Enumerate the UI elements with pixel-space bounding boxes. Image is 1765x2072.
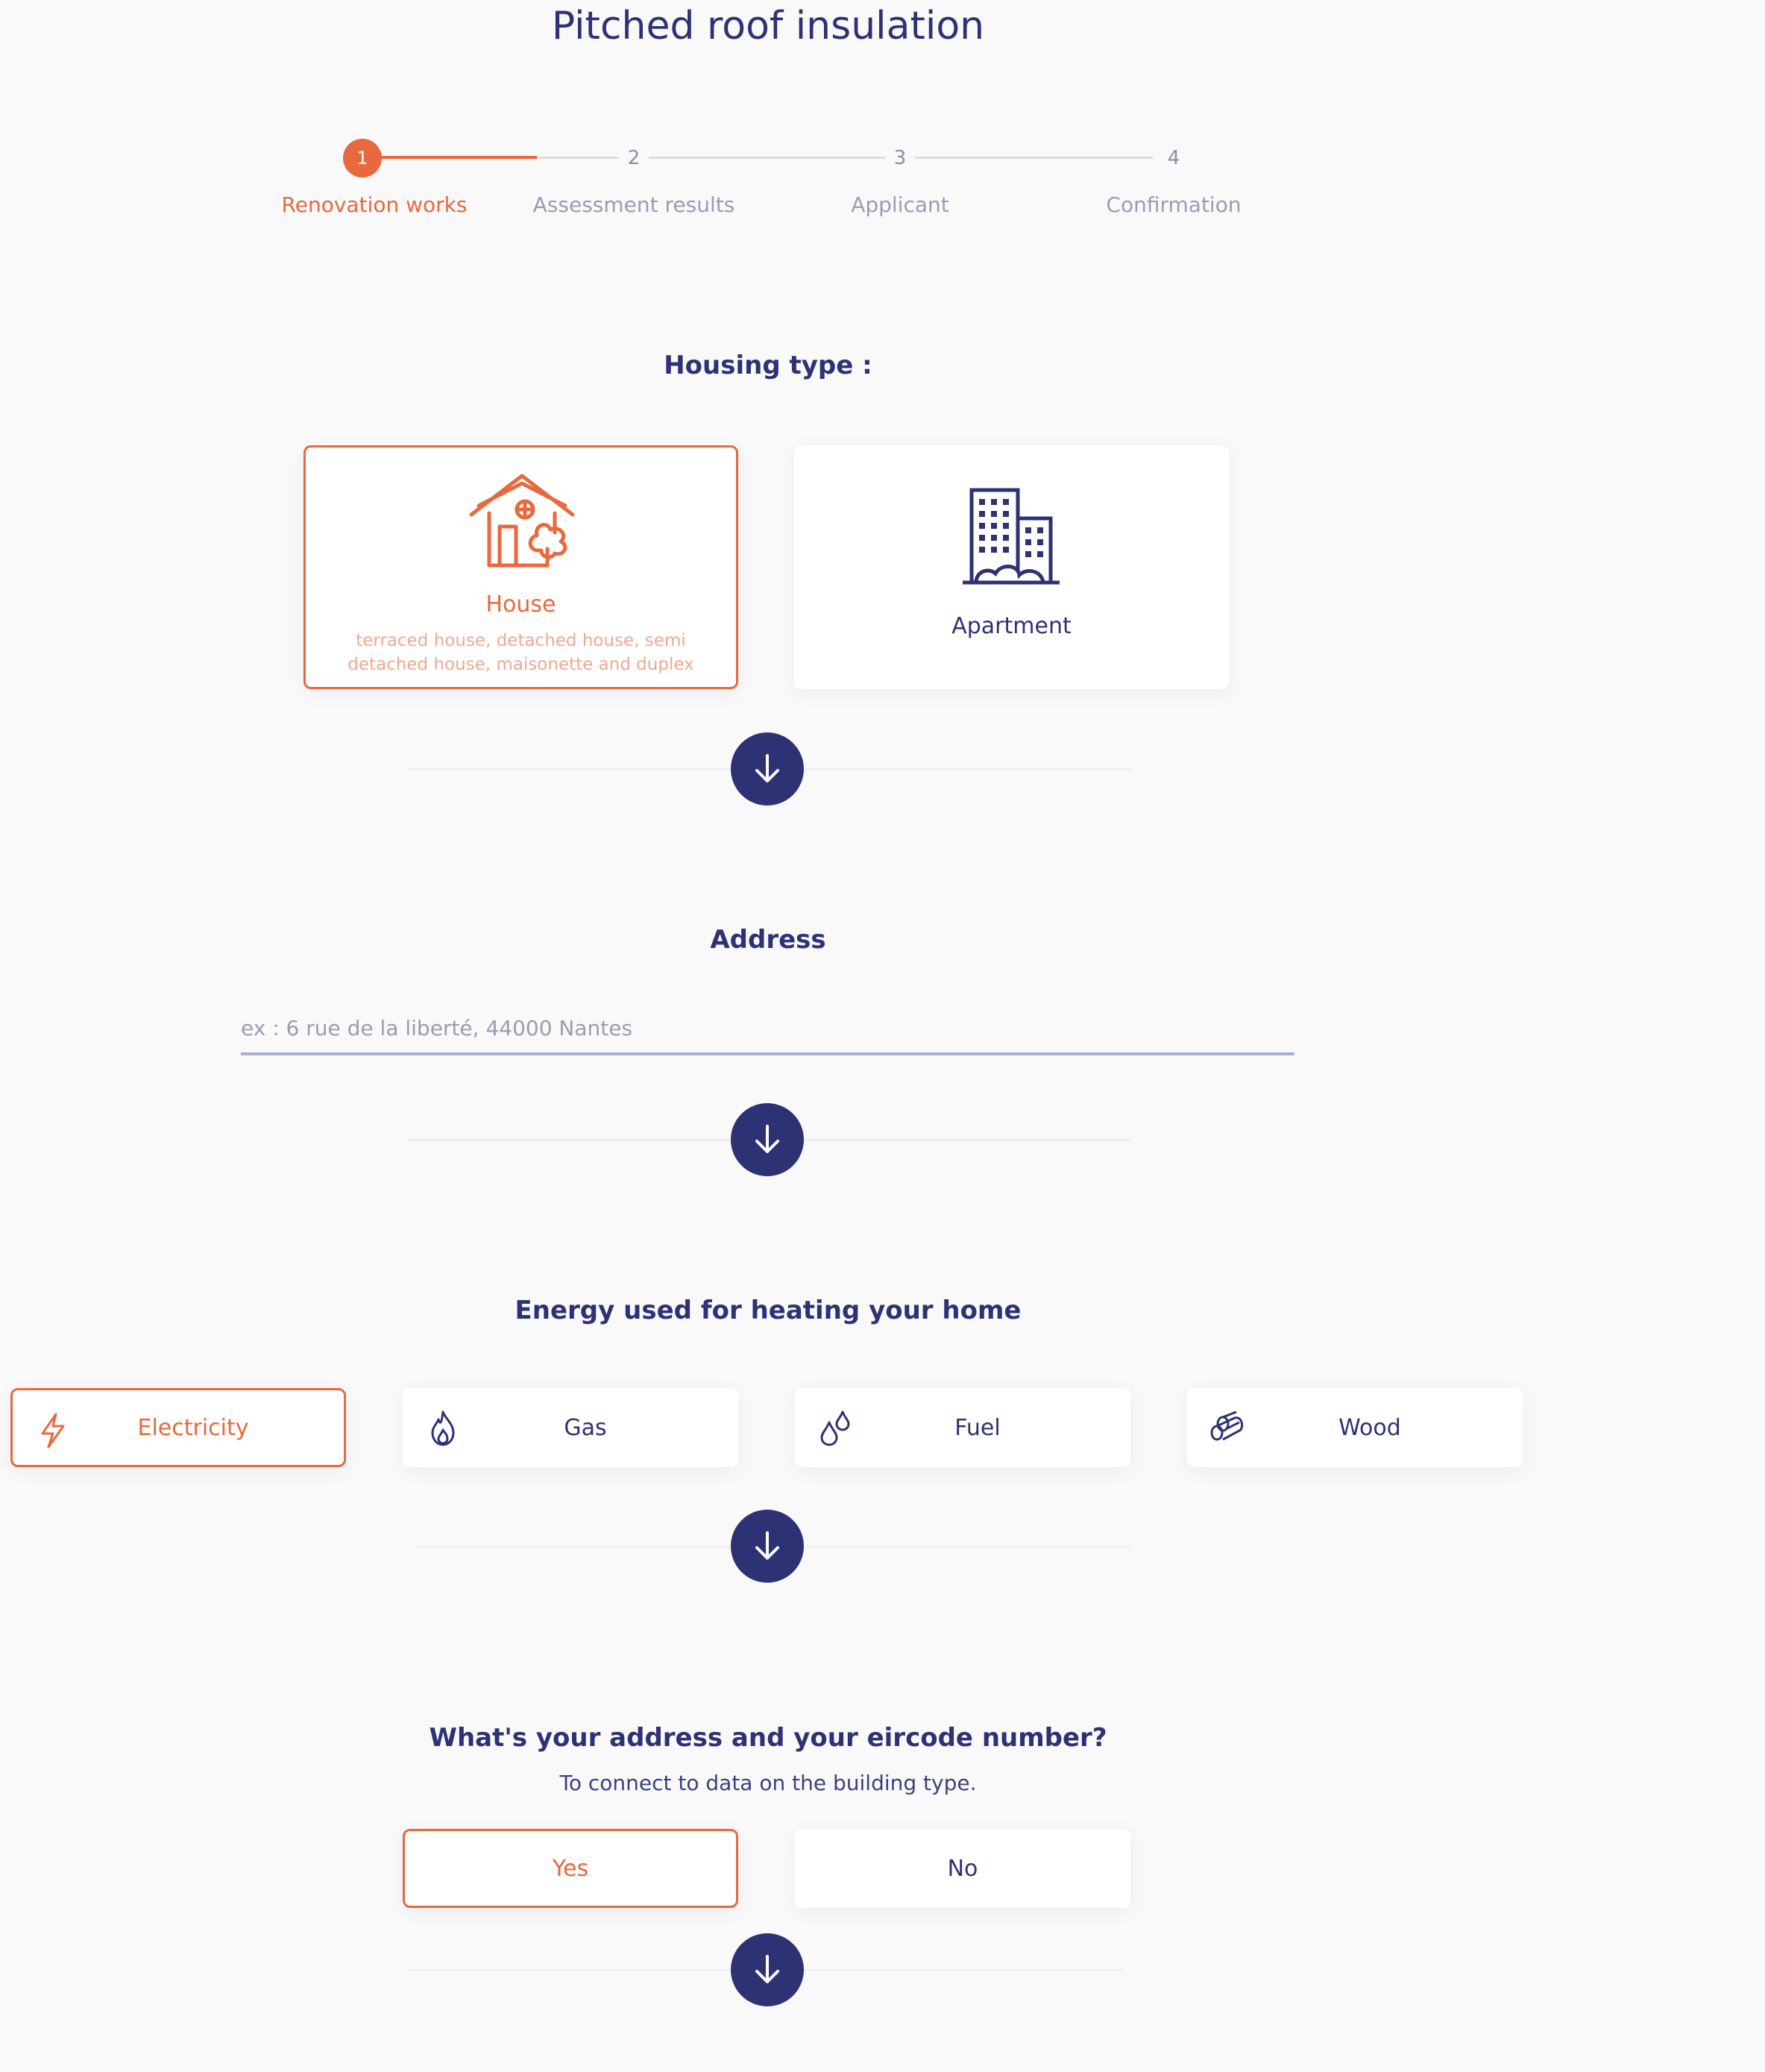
apartment-option-card[interactable]: Apartment [794, 445, 1229, 689]
arrow-down-icon [755, 1955, 779, 1983]
next-section-button[interactable] [731, 1933, 804, 2006]
apartment-option-label: Apartment [951, 613, 1072, 639]
step-4-indicator[interactable]: 4 [1159, 143, 1189, 173]
energy-option-label: Electricity [137, 1414, 249, 1441]
step-1-indicator[interactable]: 1 [343, 139, 382, 178]
eircode-question-title: What's your address and your eircode num… [429, 1723, 1107, 1753]
next-section-button[interactable] [731, 732, 804, 806]
step-2-indicator[interactable]: 2 [619, 143, 649, 173]
step-4-label: Confirmation [1106, 192, 1242, 217]
address-input[interactable] [241, 1003, 1294, 1055]
step-progress-line [362, 156, 537, 159]
arrow-down-icon [755, 754, 779, 782]
energy-option-wood[interactable]: Wood [1187, 1388, 1523, 1467]
arrow-down-icon [755, 1125, 779, 1153]
energy-option-gas[interactable]: Gas [403, 1388, 738, 1467]
housing-type-title: Housing type : [664, 351, 872, 380]
energy-title: Energy used for heating your home [515, 1296, 1022, 1325]
energy-option-label: Gas [564, 1414, 607, 1441]
energy-option-label: Fuel [954, 1414, 1001, 1441]
house-option-label: House [485, 591, 556, 618]
house-icon [469, 474, 575, 568]
house-option-description: terraced house, detached house, semi det… [347, 631, 694, 674]
step-1-label: Renovation works [281, 192, 468, 217]
next-section-button[interactable] [731, 1103, 804, 1176]
address-title: Address [710, 925, 826, 955]
page-title: Pitched roof insulation [551, 4, 985, 48]
step-2-label: Assessment results [532, 192, 735, 217]
house-option-card[interactable]: House terraced house, detached house, se… [303, 445, 738, 689]
yes-option-button[interactable]: Yes [403, 1829, 738, 1908]
page: Pitched roof insulation 1 2 3 4 Renovati… [0, 0, 1765, 2072]
arrow-down-icon [755, 1531, 779, 1560]
energy-option-label: Wood [1338, 1414, 1401, 1441]
step-3-label: Applicant [851, 192, 949, 217]
step-3-indicator[interactable]: 3 [885, 143, 915, 173]
energy-option-fuel[interactable]: Fuel [795, 1388, 1130, 1467]
no-option-button[interactable]: No [795, 1829, 1130, 1908]
stepper: 1 2 3 4 Renovation works Assessment resu… [0, 127, 1765, 246]
apartment-building-icon [963, 488, 1060, 585]
eircode-question-subtitle: To connect to data on the building type. [559, 1771, 977, 1795]
energy-option-electricity[interactable]: Electricity [10, 1388, 346, 1467]
next-section-button[interactable] [731, 1510, 804, 1583]
